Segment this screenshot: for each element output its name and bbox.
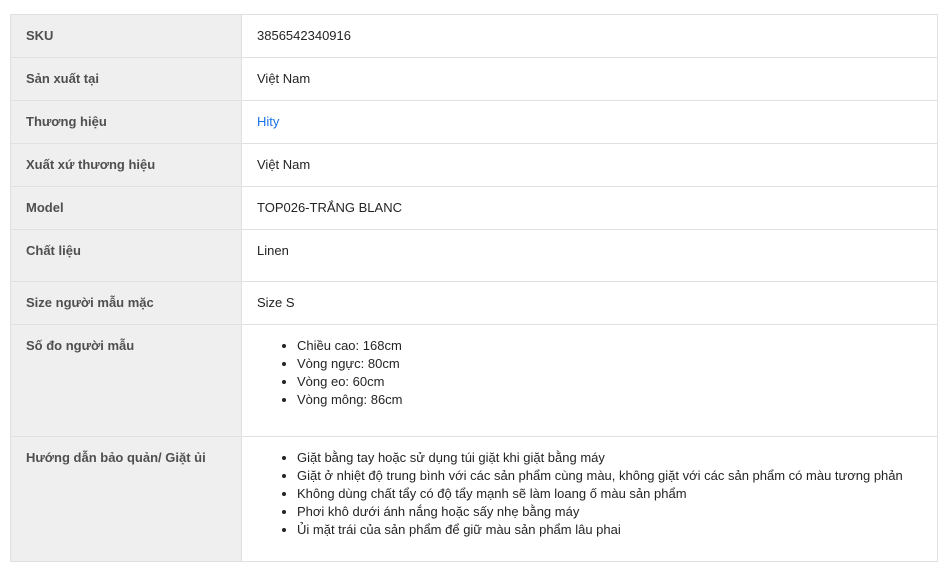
specs-table: SKU 3856542340916 Sản xuất tại Việt Nam … — [10, 14, 938, 562]
list-item: Giặt bằng tay hoặc sử dụng túi giặt khi … — [297, 449, 922, 467]
row-label-measurements: Số đo người mẫu — [10, 324, 242, 437]
row-label-model-size: Size người mẫu mặc — [10, 281, 242, 325]
list-item: Ủi mặt trái của sản phẩm để giữ màu sản … — [297, 521, 922, 539]
row-label-material: Chất liệu — [10, 229, 242, 282]
row-label-care: Hướng dẫn bảo quản/ Giặt ủi — [10, 436, 242, 562]
table-row: SKU 3856542340916 — [10, 14, 938, 58]
table-row: Model TOP026-TRẮNG BLANC — [10, 186, 938, 230]
row-value-measurements: Chiều cao: 168cm Vòng ngực: 80cm Vòng eo… — [241, 324, 938, 437]
table-row: Sản xuất tại Việt Nam — [10, 57, 938, 101]
row-label-model: Model — [10, 186, 242, 230]
product-specs: SKU 3856542340916 Sản xuất tại Việt Nam … — [10, 14, 938, 562]
row-value-brand: Hity — [241, 100, 938, 144]
table-row: Hướng dẫn bảo quản/ Giặt ủi Giặt bằng ta… — [10, 436, 938, 562]
brand-link[interactable]: Hity — [257, 114, 279, 129]
table-row: Số đo người mẫu Chiều cao: 168cm Vòng ng… — [10, 324, 938, 437]
table-row: Thương hiệu Hity — [10, 100, 938, 144]
row-value-brand-origin: Việt Nam — [241, 143, 938, 187]
table-row: Size người mẫu mặc Size S — [10, 281, 938, 325]
list-item: Vòng ngực: 80cm — [297, 355, 922, 373]
row-value-made-in: Việt Nam — [241, 57, 938, 101]
measurements-list: Chiều cao: 168cm Vòng ngực: 80cm Vòng eo… — [257, 337, 922, 409]
row-value-model: TOP026-TRẮNG BLANC — [241, 186, 938, 230]
list-item: Không dùng chất tẩy có độ tẩy mạnh sẽ là… — [297, 485, 922, 503]
row-label-brand-origin: Xuất xứ thương hiệu — [10, 143, 242, 187]
list-item: Vòng eo: 60cm — [297, 373, 922, 391]
row-value-material: Linen — [241, 229, 938, 282]
list-item: Vòng mông: 86cm — [297, 391, 922, 409]
table-row: Chất liệu Linen — [10, 229, 938, 282]
row-label-made-in: Sản xuất tại — [10, 57, 242, 101]
table-row: Xuất xứ thương hiệu Việt Nam — [10, 143, 938, 187]
row-label-brand: Thương hiệu — [10, 100, 242, 144]
list-item: Chiều cao: 168cm — [297, 337, 922, 355]
list-item: Phơi khô dưới ánh nắng hoặc sấy nhẹ bằng… — [297, 503, 922, 521]
row-label-sku: SKU — [10, 14, 242, 58]
list-item: Giặt ở nhiệt độ trung bình với các sản p… — [297, 467, 922, 485]
row-value-model-size: Size S — [241, 281, 938, 325]
row-value-care: Giặt bằng tay hoặc sử dụng túi giặt khi … — [241, 436, 938, 562]
care-list: Giặt bằng tay hoặc sử dụng túi giặt khi … — [257, 449, 922, 539]
row-value-sku: 3856542340916 — [241, 14, 938, 58]
